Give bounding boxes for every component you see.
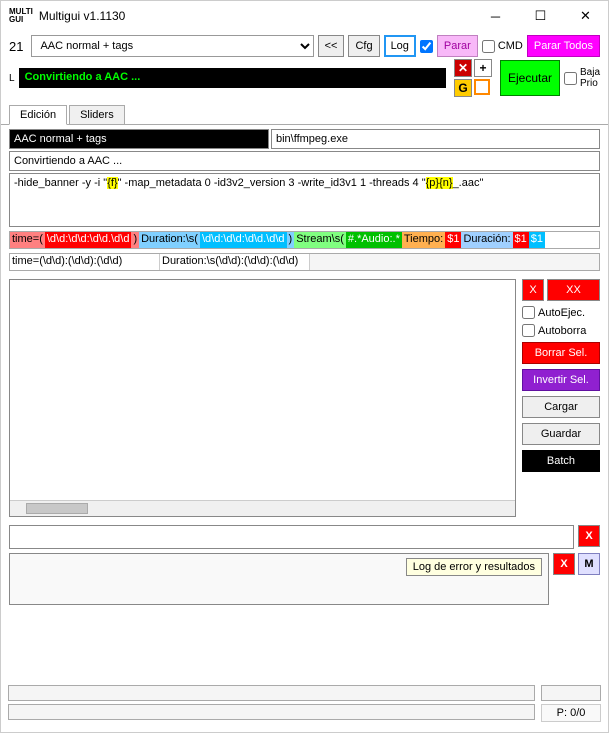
baja-prio-checkbox[interactable] [564,72,577,85]
g-icon[interactable]: G [454,79,472,97]
maximize-button[interactable]: ☐ [518,1,563,31]
progress-bar-2 [8,704,535,720]
autoborra-checkbox[interactable] [522,324,535,337]
parar-button[interactable]: Parar [437,35,478,57]
autoborra-label[interactable]: Autoborra [522,324,600,337]
log-tooltip: Log de error y resultados [406,558,542,576]
description-field[interactable] [9,151,600,171]
command-area[interactable]: -hide_banner -y -i "{f}" -map_metadata 0… [9,173,600,227]
side-panel: X XX AutoEjec. Autoborra Borrar Sel. Inv… [522,279,600,517]
progress-indicator [541,685,601,701]
cmd-checkbox[interactable] [482,40,495,53]
lower-panel: X Log de error y resultados X M [1,521,608,609]
tabs: Edición Sliders [1,101,608,125]
borrar-sel-button[interactable]: Borrar Sel. [522,342,600,364]
parar-todos-button[interactable]: Parar Todos [527,35,600,57]
regex-row-2[interactable]: time=(\d\d):(\d\d):(\d\d) Duration:\s(\d… [9,253,600,271]
ejecutar-button[interactable]: Ejecutar [500,60,560,96]
guardar-button[interactable]: Guardar [522,423,600,445]
binary-field[interactable] [271,129,600,149]
page-counter: P: 0/0 [541,704,601,722]
log-checkbox[interactable] [420,40,433,53]
delete-icon[interactable]: ✕ [454,59,472,77]
input-line[interactable] [9,525,574,549]
toolbar: 21 AAC normal + tags << Cfg Log Parar CM… [1,31,608,59]
horizontal-scrollbar[interactable] [10,500,515,516]
log-clear-button[interactable]: X [553,553,575,575]
autoejec-checkbox[interactable] [522,306,535,319]
cmd-checkbox-label[interactable]: CMD [482,40,523,53]
xx-button[interactable]: XX [547,279,600,301]
m-button[interactable]: M [578,553,600,575]
footer: P: 0/0 [0,681,609,733]
l-label: L [9,73,15,84]
batch-button[interactable]: Batch [522,450,600,472]
titlebar: MULTIGUI Multigui v1.1130 ─ ☐ ✕ [1,1,608,31]
window-title: Multigui v1.1130 [39,9,473,23]
close-button[interactable]: ✕ [563,1,608,31]
cargar-button[interactable]: Cargar [522,396,600,418]
row2: L Convirtiendo a AAC ... ✕ + G Ejecutar … [1,59,608,101]
app-icon: MULTIGUI [9,8,33,24]
output-box[interactable] [9,279,516,517]
x-button[interactable]: X [522,279,544,301]
invertir-sel-button[interactable]: Invertir Sel. [522,369,600,391]
preset-select[interactable]: AAC normal + tags [31,35,313,57]
tab-edicion[interactable]: Edición [9,105,67,125]
regex-row-1[interactable]: time=( \d\d:\d\d:\d\d.\d\d ) Duration:\s… [9,231,600,249]
minimize-button[interactable]: ─ [473,1,518,31]
progress-bar-1 [8,685,535,701]
rewind-button[interactable]: << [318,35,345,57]
input-clear-button[interactable]: X [578,525,600,547]
preset-number: 21 [9,39,23,54]
cfg-button[interactable]: Cfg [348,35,379,57]
add-icon[interactable]: + [474,59,492,77]
status-bar: Convirtiendo a AAC ... [19,68,446,88]
edit-panel: -hide_banner -y -i "{f}" -map_metadata 0… [1,125,608,275]
log-area[interactable]: Log de error y resultados [9,553,549,605]
autoejec-label[interactable]: AutoEjec. [522,306,600,319]
baja-prio-label[interactable]: Baja Prio [564,67,600,89]
main-area: X XX AutoEjec. Autoborra Borrar Sel. Inv… [1,275,608,521]
log-button[interactable]: Log [384,35,416,57]
tab-sliders[interactable]: Sliders [69,105,125,124]
square-icon[interactable] [474,79,490,95]
preset-name-field[interactable] [9,129,269,149]
